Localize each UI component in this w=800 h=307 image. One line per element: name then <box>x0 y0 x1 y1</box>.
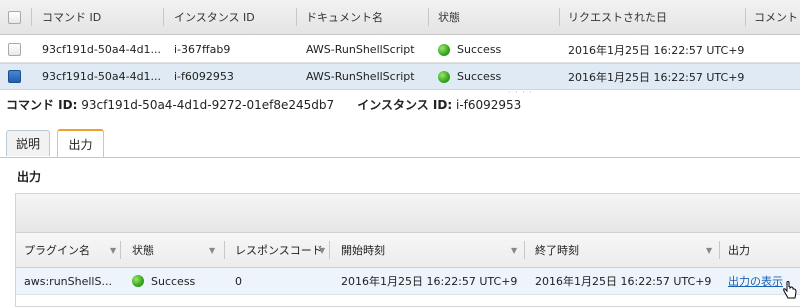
row-checkbox[interactable] <box>8 43 21 56</box>
col-status[interactable]: 状態 <box>438 0 460 34</box>
view-output-link[interactable]: 出力の表示 <box>728 268 783 294</box>
col-plugin-name[interactable]: プラグイン名 <box>24 233 90 267</box>
instance-id-cell: i-f6092953 <box>174 70 234 83</box>
col-output[interactable]: 出力 <box>728 233 750 267</box>
sort-caret-icon[interactable]: ▼ <box>511 246 517 255</box>
col-requested-date[interactable]: リクエストされた日 <box>568 0 667 34</box>
output-toolbar <box>16 194 800 233</box>
col-end-time[interactable]: 終了時刻 <box>535 233 579 267</box>
instance-id-label: インスタンス ID: <box>357 98 453 112</box>
commands-table-header: コマンド ID インスタンス ID ドキュメント名 状態 リクエストされた日 コ… <box>0 0 800 35</box>
command-id-cell: 93cf191d-50a4-4d1... <box>42 43 162 56</box>
sort-caret-icon[interactable]: ▼ <box>706 246 712 255</box>
table-row-selected[interactable]: 93cf191d-50a4-4d1... i-f6092953 AWS-RunS… <box>0 63 800 90</box>
tab-output[interactable]: 出力 <box>57 129 104 157</box>
commands-table: コマンド ID インスタンス ID ドキュメント名 状態 リクエストされた日 コ… <box>0 0 800 90</box>
row-checkbox-checked[interactable] <box>8 70 21 83</box>
status-cell: Success <box>438 64 501 89</box>
output-table: プラグイン名 ▼ 状態 ▼ レスポンスコード ▼ 開始時刻 ▼ 終了時刻 ▼ 出… <box>15 193 800 307</box>
col-start-time[interactable]: 開始時刻 <box>341 233 385 267</box>
command-id-cell: 93cf191d-50a4-4d1... <box>42 70 162 83</box>
col-command-id[interactable]: コマンド ID <box>42 0 101 34</box>
command-detail-line: コマンド ID: 93cf191d-50a4-4d1d-9272-01ef8e2… <box>6 96 525 113</box>
col-instance-id[interactable]: インスタンス ID <box>174 0 255 34</box>
status-text: Success <box>457 70 502 83</box>
start-time-cell: 2016年1月25日 16:22:57 UTC+9 <box>341 275 518 288</box>
col-document-name[interactable]: ドキュメント名 <box>306 0 383 34</box>
hand-cursor-icon <box>783 281 797 299</box>
sort-caret-icon[interactable]: ▼ <box>209 246 215 255</box>
sort-caret-icon[interactable]: ▼ <box>110 246 116 255</box>
document-cell: AWS-RunShellScript <box>306 43 415 56</box>
sort-caret-icon[interactable]: ▼ <box>319 246 325 255</box>
status-text: Success <box>151 274 196 288</box>
plugin-name-cell: aws:runShellS... <box>24 274 112 288</box>
output-section-title: 出力 <box>17 170 42 184</box>
status-cell: Success <box>132 268 195 294</box>
col-status[interactable]: 状態 <box>132 233 154 267</box>
end-time-cell: 2016年1月25日 16:22:57 UTC+9 <box>535 275 712 288</box>
output-table-header: プラグイン名 ▼ 状態 ▼ レスポンスコード ▼ 開始時刻 ▼ 終了時刻 ▼ 出… <box>16 233 800 268</box>
col-response-code[interactable]: レスポンスコード <box>235 233 323 267</box>
instance-id-value: i-f6092953 <box>455 98 522 112</box>
success-status-icon <box>438 70 450 83</box>
requested-date-cell: 2016年1月25日 16:22:57 UTC+9 <box>568 70 745 84</box>
tab-description[interactable]: 説明 <box>6 130 50 156</box>
col-comment[interactable]: コメント <box>754 0 798 34</box>
success-status-icon <box>132 275 144 287</box>
response-code-cell: 0 <box>235 274 242 288</box>
table-row[interactable]: 93cf191d-50a4-4d1... i-367ffab9 AWS-RunS… <box>0 37 800 63</box>
success-status-icon <box>438 43 450 56</box>
table-row[interactable]: aws:runShellS... Success 0 2016年1月25日 16… <box>16 268 800 295</box>
command-id-value: 93cf191d-50a4-4d1d-9272-01ef8e245db7 <box>81 98 335 112</box>
status-text: Success <box>457 43 502 56</box>
instance-id-cell: i-367ffab9 <box>174 43 231 56</box>
document-cell: AWS-RunShellScript <box>306 70 415 83</box>
command-id-label: コマンド ID: <box>6 98 78 112</box>
requested-date-cell: 2016年1月25日 16:22:57 UTC+9 <box>568 43 745 57</box>
status-cell: Success <box>438 37 501 62</box>
select-all-checkbox-cell[interactable] <box>8 0 21 34</box>
view-output-link-text[interactable]: 出力の表示 <box>728 273 783 289</box>
detail-tabs: 説明 出力 <box>0 128 800 158</box>
select-all-checkbox[interactable] <box>8 10 21 24</box>
